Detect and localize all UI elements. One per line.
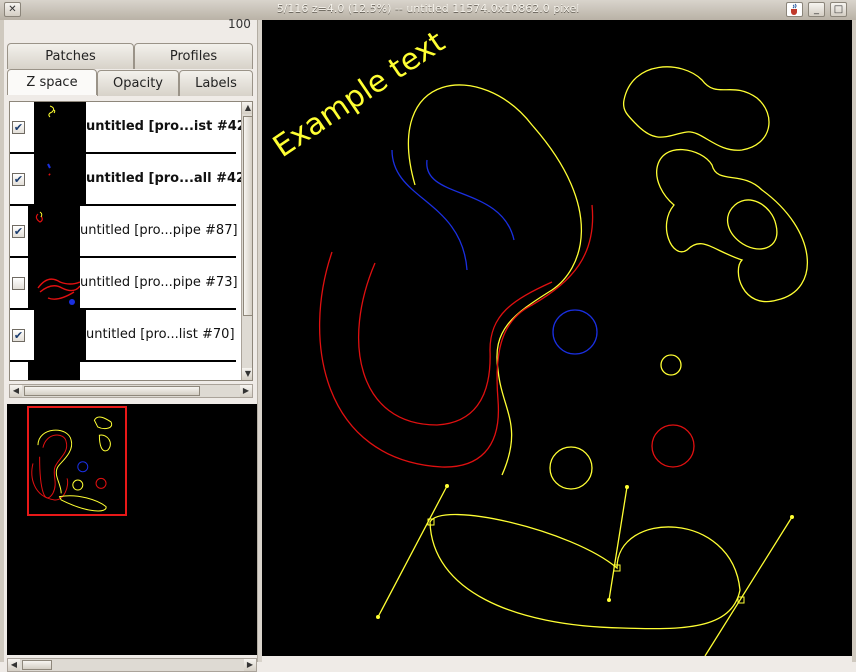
layer-row[interactable]: ✔ untitled [pro...list #70] — [10, 310, 236, 362]
scroll-left-icon[interactable]: ◀ — [10, 385, 22, 397]
tab-profiles[interactable]: Profiles — [134, 43, 253, 69]
window-titlebar: ✕ 5/116 z=4.0 (12.5%) -- untitled 11574.… — [0, 0, 856, 21]
layer-list: ✔ untitled [pro...ist #423] ✔ untitled [… — [9, 101, 253, 381]
canvas-drawing: Example text — [267, 24, 808, 657]
layer-row[interactable]: ✔ untitled [pro...all #421] — [10, 154, 252, 206]
scroll-down-icon[interactable]: ▼ — [242, 368, 252, 380]
layer-thumbnail — [34, 102, 86, 152]
layer-thumbnail — [28, 362, 80, 380]
yellow-small-circle[interactable] — [660, 354, 682, 376]
visibility-checkbox[interactable]: ✔ — [12, 329, 25, 342]
navigator-horizontal-scrollbar[interactable]: ◀ ▶ — [7, 658, 257, 672]
layer-row[interactable]: ✔ untitled [pro...ist #423] — [10, 102, 252, 154]
layer-row[interactable]: untitled [pro...pipe #73] — [10, 258, 238, 310]
visibility-checkbox[interactable]: ✔ — [12, 225, 25, 238]
bezier-handle[interactable] — [704, 516, 793, 657]
yellow-circle[interactable] — [549, 446, 593, 490]
vertical-scrollbar-thumb[interactable] — [243, 116, 252, 316]
layer-thumbnail-image — [47, 163, 51, 176]
bezier-handle-point[interactable] — [376, 615, 380, 619]
scroll-right-icon[interactable]: ▶ — [240, 385, 252, 397]
tab-patches[interactable]: Patches — [7, 43, 134, 69]
navigator-minimap — [27, 406, 127, 516]
layer-thumbnail-image — [35, 211, 43, 223]
tab-opacity[interactable]: Opacity — [97, 70, 179, 96]
layer-thumbnail — [34, 310, 86, 360]
layer-list-vertical-scrollbar[interactable]: ▲ ▼ — [241, 102, 252, 380]
red-circle[interactable] — [651, 424, 695, 468]
layer-thumbnail-image — [48, 105, 56, 118]
yellow-pipe-outline[interactable] — [408, 84, 582, 476]
window-title: 5/116 z=4.0 (12.5%) -- untitled 11574.0x… — [276, 2, 580, 15]
bezier-curve[interactable] — [429, 514, 741, 630]
yellow-upper-blob[interactable] — [622, 66, 770, 151]
layer-row[interactable] — [10, 362, 236, 380]
java-cup-icon-glyph — [791, 3, 797, 15]
layer-label: untitled [pro...pipe #73] — [80, 275, 238, 290]
navigator-overview[interactable] — [7, 404, 257, 655]
blue-pipe-inner-2[interactable] — [426, 159, 515, 241]
minimize-icon[interactable]: _ — [808, 2, 825, 17]
visibility-checkbox[interactable] — [12, 277, 25, 290]
layer-label: untitled [pro...pipe #87] — [80, 223, 238, 238]
layer-label: untitled [pro...list #70] — [86, 327, 235, 342]
scroll-up-icon[interactable]: ▲ — [242, 102, 252, 114]
visibility-checkbox[interactable]: ✔ — [12, 173, 25, 186]
bezier-handle-point[interactable] — [445, 484, 449, 488]
bezier-handle-point[interactable] — [625, 485, 629, 489]
bezier-handle[interactable] — [608, 486, 628, 601]
display-canvas[interactable]: Example text — [262, 20, 852, 657]
blue-circle[interactable] — [552, 309, 598, 355]
visibility-checkbox[interactable]: ✔ — [12, 121, 25, 134]
scroll-right-icon[interactable]: ▶ — [244, 659, 256, 671]
layer-label: untitled [pro...ist #423] — [86, 119, 253, 134]
tab-z-space[interactable]: Z space — [7, 69, 97, 95]
layer-thumbnail — [28, 258, 81, 308]
red-pipe-inner[interactable] — [357, 262, 553, 426]
window-frame-bottom — [262, 656, 852, 662]
layer-thumbnail-image — [37, 278, 81, 305]
bezier-handle-point[interactable] — [607, 598, 611, 602]
layer-row[interactable]: ✔ untitled [pro...pipe #87] — [10, 206, 238, 258]
red-pipe-left[interactable] — [318, 204, 594, 468]
transparency-slider-value: 100 — [228, 17, 251, 31]
canvas-text-label[interactable]: Example text — [267, 24, 452, 164]
layer-thumbnail — [34, 154, 86, 204]
layer-label: untitled [pro...all #421] — [86, 171, 253, 186]
java-cup-icon[interactable] — [786, 2, 803, 17]
tab-labels[interactable]: Labels — [179, 70, 253, 96]
yellow-right-blob[interactable] — [656, 148, 808, 303]
bezier-endpoints[interactable] — [376, 484, 794, 619]
bezier-handle-point[interactable] — [790, 515, 794, 519]
left-panel: 100 Patches Profiles Z space Opacity Lab… — [4, 17, 257, 672]
maximize-icon[interactable]: □ — [830, 2, 847, 17]
layer-list-horizontal-scrollbar[interactable]: ◀ ▶ — [9, 384, 253, 398]
layer-thumbnail — [28, 206, 80, 256]
yellow-inner-blob[interactable] — [726, 199, 778, 250]
blue-pipe-inner[interactable] — [391, 149, 468, 271]
scroll-left-icon[interactable]: ◀ — [8, 659, 20, 671]
window-frame-right — [852, 20, 856, 662]
horizontal-scrollbar-thumb[interactable] — [24, 386, 200, 396]
